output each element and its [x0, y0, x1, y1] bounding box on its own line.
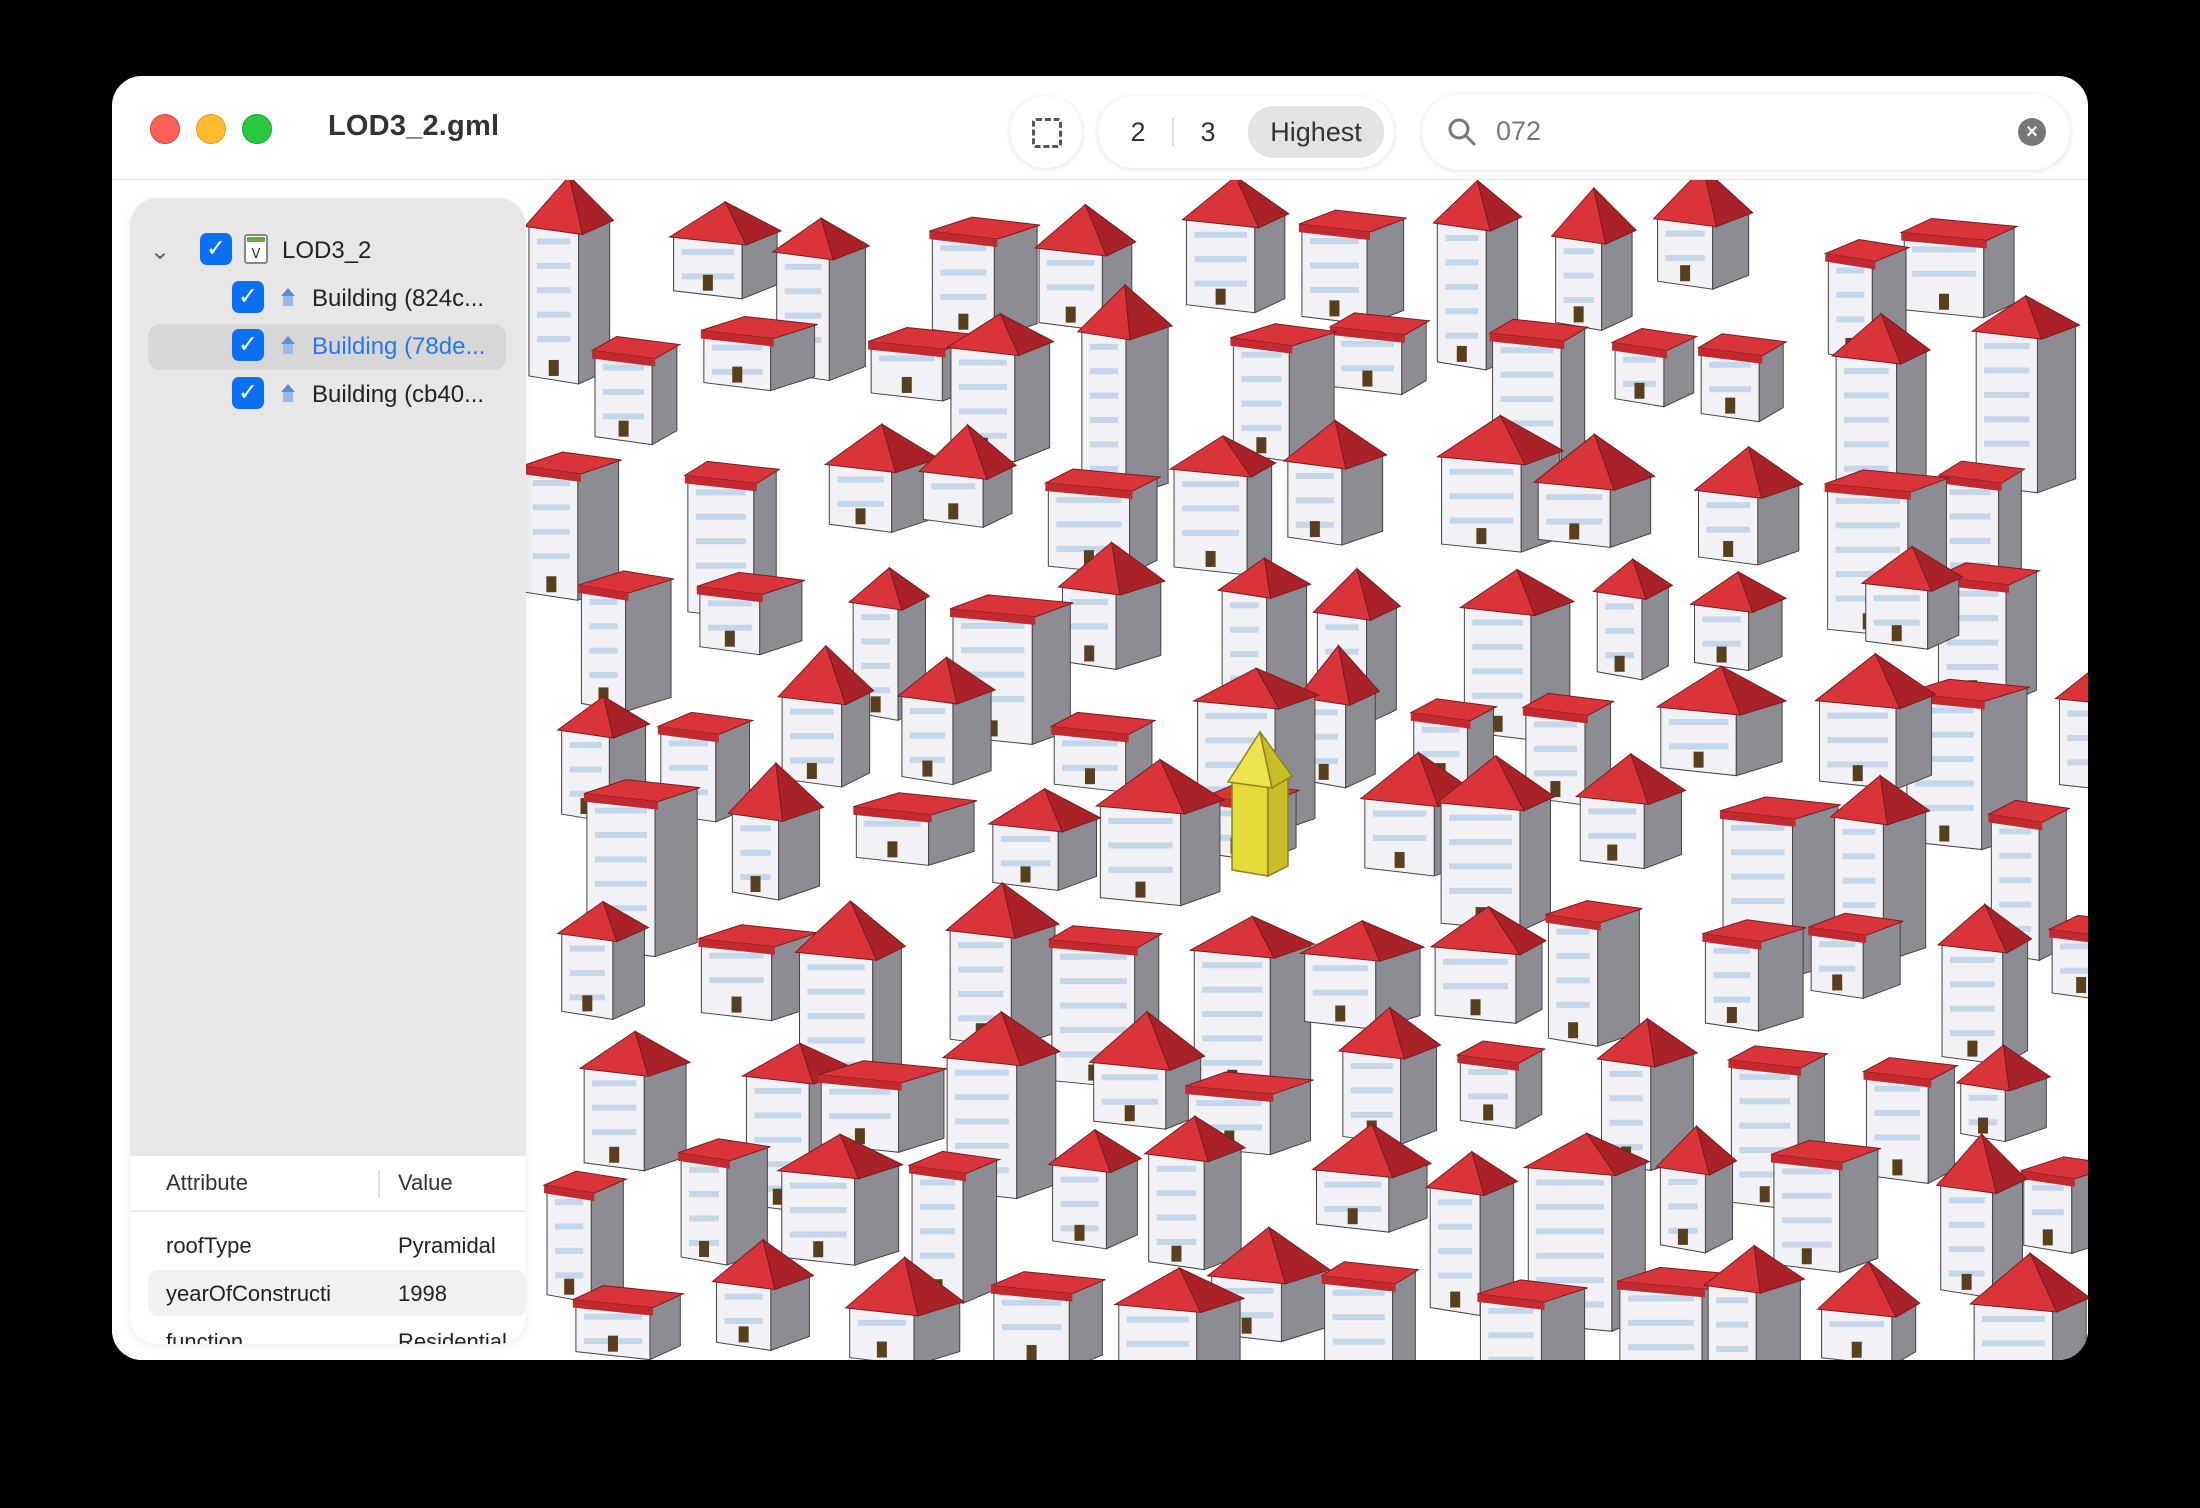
building[interactable] — [990, 1271, 1106, 1360]
value-column-header[interactable]: Value — [398, 1170, 453, 1196]
building[interactable] — [1899, 217, 2019, 319]
lod-option-highest[interactable]: Highest — [1248, 106, 1384, 158]
building[interactable] — [1970, 294, 2081, 494]
attribute-value: Residential — [398, 1329, 507, 1344]
search-icon — [1448, 118, 1476, 146]
building[interactable] — [1655, 665, 1788, 777]
window-title: LOD3_2.gml — [328, 110, 500, 142]
building[interactable] — [1807, 912, 1904, 1000]
attribute-column-header[interactable]: Attribute — [166, 1170, 248, 1196]
building[interactable] — [1592, 557, 1674, 681]
attribute-value: Pyramidal — [398, 1233, 496, 1258]
building[interactable] — [1477, 1279, 1588, 1360]
building[interactable] — [1188, 915, 1316, 1095]
building[interactable] — [542, 1170, 629, 1304]
building[interactable] — [1816, 1260, 1921, 1360]
building[interactable] — [1652, 180, 1754, 290]
attribute-table-header: Attribute Value — [130, 1156, 526, 1212]
building[interactable] — [1550, 186, 1637, 332]
building[interactable] — [1298, 209, 1407, 326]
building-icon — [281, 336, 295, 354]
attribute-row[interactable]: yearOfConstructi 1998 — [148, 1270, 526, 1316]
building-icon — [281, 384, 295, 402]
selection-tool-button[interactable] — [1010, 96, 1082, 168]
attribute-key: yearOfConstructi — [166, 1281, 332, 1306]
building[interactable] — [590, 336, 682, 446]
building[interactable] — [1770, 1139, 1882, 1273]
segment-divider — [1172, 118, 1174, 146]
building[interactable] — [1814, 652, 1937, 790]
building[interactable] — [2020, 1156, 2088, 1255]
building[interactable] — [2047, 914, 2088, 1001]
sidebar: ⌄ ✓ V LOD3_2 ✓ Building (824c... ✓ Build… — [130, 198, 526, 1344]
building[interactable] — [1328, 312, 1431, 396]
building[interactable] — [987, 787, 1102, 892]
building[interactable] — [1047, 1128, 1143, 1250]
chevron-down-icon[interactable]: ⌄ — [150, 237, 170, 266]
building-3-label: Building (cb40... — [312, 381, 485, 408]
building[interactable] — [929, 216, 1041, 339]
building[interactable] — [668, 200, 783, 300]
attribute-row[interactable]: function Residential — [148, 1318, 526, 1344]
gml-file-icon: V — [244, 234, 268, 264]
attribute-table: Attribute Value roofType Pyramidal yearO… — [130, 1156, 526, 1344]
tree-root-label: LOD3_2 — [282, 237, 372, 264]
zoom-window-button[interactable] — [242, 114, 272, 144]
attribute-value: 1998 — [398, 1281, 447, 1306]
building[interactable] — [1455, 1040, 1547, 1130]
building-2-label: Building (78de... — [312, 333, 486, 360]
building[interactable] — [1143, 1115, 1247, 1271]
building[interactable] — [1320, 1261, 1420, 1360]
tree-item-building-1[interactable]: ✓ Building (824c... — [130, 276, 526, 322]
app-window: LOD3_2.gml 2 3 Highest 072 × ⌄ ✓ V LOD3_… — [112, 76, 2088, 1360]
column-divider — [378, 1170, 380, 1198]
attribute-key: function — [166, 1329, 244, 1344]
building[interactable] — [1936, 902, 2033, 1066]
svg-text:V: V — [252, 247, 261, 262]
tree-item-building-2[interactable]: ✓ Building (78de... — [148, 324, 506, 370]
lod-segmented-control: 2 3 Highest — [1098, 96, 1394, 168]
building[interactable] — [1689, 570, 1788, 672]
building[interactable] — [571, 1285, 686, 1360]
building[interactable] — [1168, 435, 1277, 576]
attribute-row[interactable]: roofType Pyramidal — [148, 1222, 526, 1268]
building[interactable] — [1299, 919, 1426, 1031]
building[interactable] — [1610, 327, 1699, 408]
building[interactable] — [1337, 1006, 1442, 1146]
building[interactable] — [2054, 655, 2088, 792]
building[interactable] — [823, 423, 940, 533]
title-bar: LOD3_2.gml 2 3 Highest 072 × — [112, 76, 2088, 180]
building[interactable] — [1693, 445, 1804, 566]
building-1-checkbox[interactable]: ✓ — [232, 281, 264, 313]
building[interactable] — [700, 315, 818, 392]
root-checkbox[interactable]: ✓ — [200, 233, 232, 265]
search-input[interactable]: 072 — [1496, 116, 1541, 147]
building[interactable] — [1696, 333, 1788, 423]
lod-option-3[interactable]: 3 — [1178, 106, 1238, 158]
building[interactable] — [1702, 919, 1807, 1032]
lod-option-2[interactable]: 2 — [1108, 106, 1168, 158]
building[interactable] — [696, 571, 806, 656]
clear-search-icon[interactable]: × — [2018, 118, 2046, 146]
building[interactable] — [578, 570, 675, 713]
close-window-button[interactable] — [150, 114, 180, 144]
building-3-checkbox[interactable]: ✓ — [232, 377, 264, 409]
building-2-checkbox[interactable]: ✓ — [232, 329, 264, 361]
tree-item-building-3[interactable]: ✓ Building (cb40... — [130, 372, 526, 418]
building-icon — [281, 288, 295, 306]
minimize-window-button[interactable] — [196, 114, 226, 144]
building-1-label: Building (824c... — [312, 285, 485, 312]
building[interactable] — [1311, 1122, 1433, 1233]
attribute-key: roofType — [166, 1233, 252, 1258]
tree-root-row[interactable]: ⌄ ✓ V LOD3_2 — [130, 228, 526, 274]
building[interactable] — [578, 1030, 692, 1172]
dashed-selection-icon — [1032, 118, 1062, 148]
building[interactable] — [1545, 900, 1643, 1047]
building[interactable] — [1181, 180, 1290, 314]
building[interactable] — [853, 792, 978, 867]
search-field[interactable]: 072 × — [1422, 94, 2070, 170]
building[interactable] — [556, 900, 650, 1021]
